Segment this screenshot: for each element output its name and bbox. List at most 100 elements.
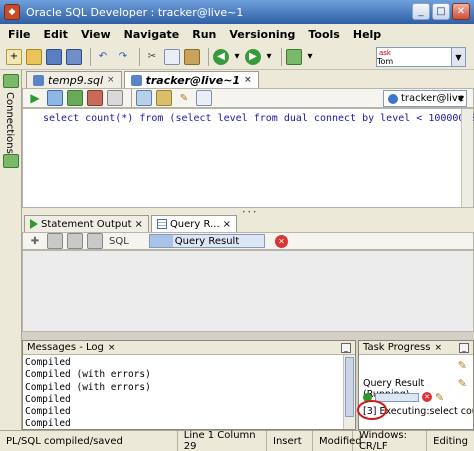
clear-broom-icon[interactable]: ✎: [458, 377, 467, 390]
refresh-icon[interactable]: [47, 233, 63, 249]
ask-label: ask: [379, 48, 391, 57]
back-icon[interactable]: ◀: [213, 48, 229, 65]
clear-broom-icon[interactable]: ✎: [458, 359, 467, 372]
undo-icon[interactable]: ↶: [95, 49, 111, 65]
log-line: Compiled: [25, 406, 71, 418]
close-icon[interactable]: ×: [223, 219, 231, 230]
stop-icon[interactable]: ✕: [275, 235, 288, 248]
sql-code-line[interactable]: select count(*) from (select level from …: [43, 113, 474, 124]
menu-edit[interactable]: Edit: [44, 28, 68, 41]
database-icon: [388, 93, 398, 104]
run-script-icon[interactable]: [47, 90, 63, 106]
task-progress-title[interactable]: Task Progress: [363, 342, 430, 353]
chevron-down-icon[interactable]: ▾: [306, 49, 314, 65]
open-folder-icon[interactable]: [26, 48, 42, 65]
tab-query-result[interactable]: Query R... ×: [150, 215, 238, 232]
results-tab-bar: Statement Output × Query R... ×: [22, 214, 474, 232]
tab-label: Statement Output: [41, 218, 132, 230]
clear-broom-icon[interactable]: ✎: [435, 391, 444, 404]
status-bar: PL/SQL compiled/saved Line 1 Column 29 I…: [0, 430, 474, 451]
log-line: Compiled: [25, 418, 71, 430]
menu-bar: File Edit View Navigate Run Versioning T…: [0, 24, 474, 44]
result-grid-area[interactable]: [22, 250, 474, 332]
export-icon[interactable]: [67, 233, 83, 249]
paste-icon[interactable]: [184, 48, 200, 65]
menu-file[interactable]: File: [8, 28, 31, 41]
result-toolbar: ✚ SQL Query Result ✕: [22, 232, 474, 250]
sql-worksheet-icon[interactable]: [286, 48, 302, 65]
status-line-ending: Windows: CR/LF: [353, 430, 428, 451]
close-icon[interactable]: ×: [135, 219, 143, 230]
menu-tools[interactable]: Tools: [308, 28, 339, 41]
tab-label: Query R...: [169, 218, 220, 230]
commit-icon[interactable]: [67, 90, 83, 106]
close-icon[interactable]: ×: [107, 75, 115, 85]
close-window-button[interactable]: ✕: [452, 3, 470, 20]
minimize-button[interactable]: _: [412, 3, 430, 20]
menu-help[interactable]: Help: [353, 28, 381, 41]
connections-tab[interactable]: Connections: [4, 92, 15, 154]
maximize-button[interactable]: □: [432, 3, 450, 20]
chevron-down-icon[interactable]: ▼: [451, 48, 465, 66]
toolbar-separator: [208, 47, 209, 66]
cancel-icon[interactable]: [107, 90, 123, 106]
clear-icon[interactable]: ✎: [176, 90, 192, 106]
explain-plan-icon[interactable]: [136, 90, 152, 106]
sql-history-icon[interactable]: [196, 90, 212, 106]
cut-icon[interactable]: ✂: [144, 49, 160, 65]
sql-editor[interactable]: select count(*) from (select level from …: [22, 108, 474, 208]
title-bar: ◆ Oracle SQL Developer : tracker@live~1 …: [0, 0, 474, 24]
redo-icon[interactable]: ↷: [115, 49, 131, 65]
chevron-down-icon[interactable]: ▾: [233, 49, 241, 65]
sql-worksheet-icon: [130, 74, 142, 86]
minimize-icon[interactable]: _: [459, 343, 469, 353]
menu-view[interactable]: View: [81, 28, 111, 41]
tab-temp9-sql[interactable]: temp9.sql ×: [26, 71, 122, 88]
sql-button[interactable]: SQL: [109, 236, 129, 247]
log-line: Compiled: [25, 357, 71, 368]
pin-icon[interactable]: ✚: [27, 233, 43, 249]
connections-strip: Connections: [0, 70, 22, 430]
menu-run[interactable]: Run: [192, 28, 216, 41]
query-result-progress: Query Result: [149, 234, 265, 248]
window-controls: _ □ ✕: [412, 3, 470, 20]
save-icon[interactable]: [46, 48, 62, 65]
copy-icon[interactable]: [164, 48, 180, 65]
task-progress-panel: Task Progress × _ ✎ Query Result (Runnin…: [357, 340, 474, 430]
chevron-down-icon: ▼: [457, 94, 464, 103]
log-line: Compiled (with errors): [25, 369, 151, 381]
close-icon[interactable]: ×: [434, 343, 442, 353]
tab-tracker-live-1[interactable]: tracker@live~1 ×: [123, 71, 259, 88]
cancel-task-icon[interactable]: ✕: [422, 392, 432, 402]
minimize-icon[interactable]: _: [341, 343, 351, 353]
connections-icon[interactable]: [3, 74, 19, 88]
messages-log-title[interactable]: Messages - Log: [27, 342, 104, 353]
messages-scrollbar[interactable]: [343, 355, 355, 429]
ask-tom-search-box[interactable]: ask Tom ▼: [376, 47, 466, 67]
freeze-icon[interactable]: [87, 233, 103, 249]
messages-log-header: Messages - Log × _: [23, 341, 355, 355]
autotrace-icon[interactable]: [156, 90, 172, 106]
close-icon[interactable]: ×: [244, 75, 252, 85]
run-statement-icon[interactable]: ▶: [27, 90, 43, 106]
reports-icon[interactable]: [3, 154, 19, 168]
messages-log-panel: Messages - Log × _ Compiled Compiled (wi…: [22, 340, 356, 430]
chevron-down-icon[interactable]: ▾: [265, 49, 273, 65]
toolbar-separator: [139, 47, 140, 66]
forward-icon[interactable]: ▶: [245, 48, 261, 65]
editor-scrollbar[interactable]: [461, 109, 473, 207]
close-icon[interactable]: ×: [108, 343, 116, 353]
window-title: Oracle SQL Developer : tracker@live~1: [26, 5, 244, 19]
scroll-thumb[interactable]: [345, 357, 354, 417]
rollback-icon[interactable]: [87, 90, 103, 106]
log-line: Compiled (with errors): [25, 381, 151, 393]
save-all-icon[interactable]: [66, 48, 82, 65]
new-file-icon[interactable]: +: [6, 48, 22, 65]
toolbar-separator: [90, 47, 91, 66]
menu-navigate[interactable]: Navigate: [124, 28, 180, 41]
log-lines: Compiled Compiled (with errors) Compiled…: [23, 355, 355, 433]
connection-select[interactable]: tracker@live ▼: [383, 90, 467, 107]
tab-statement-output[interactable]: Statement Output ×: [24, 215, 149, 232]
worksheet-toolbar: ▶ ✎ tracker@live ▼: [22, 88, 474, 108]
menu-versioning[interactable]: Versioning: [229, 28, 295, 41]
